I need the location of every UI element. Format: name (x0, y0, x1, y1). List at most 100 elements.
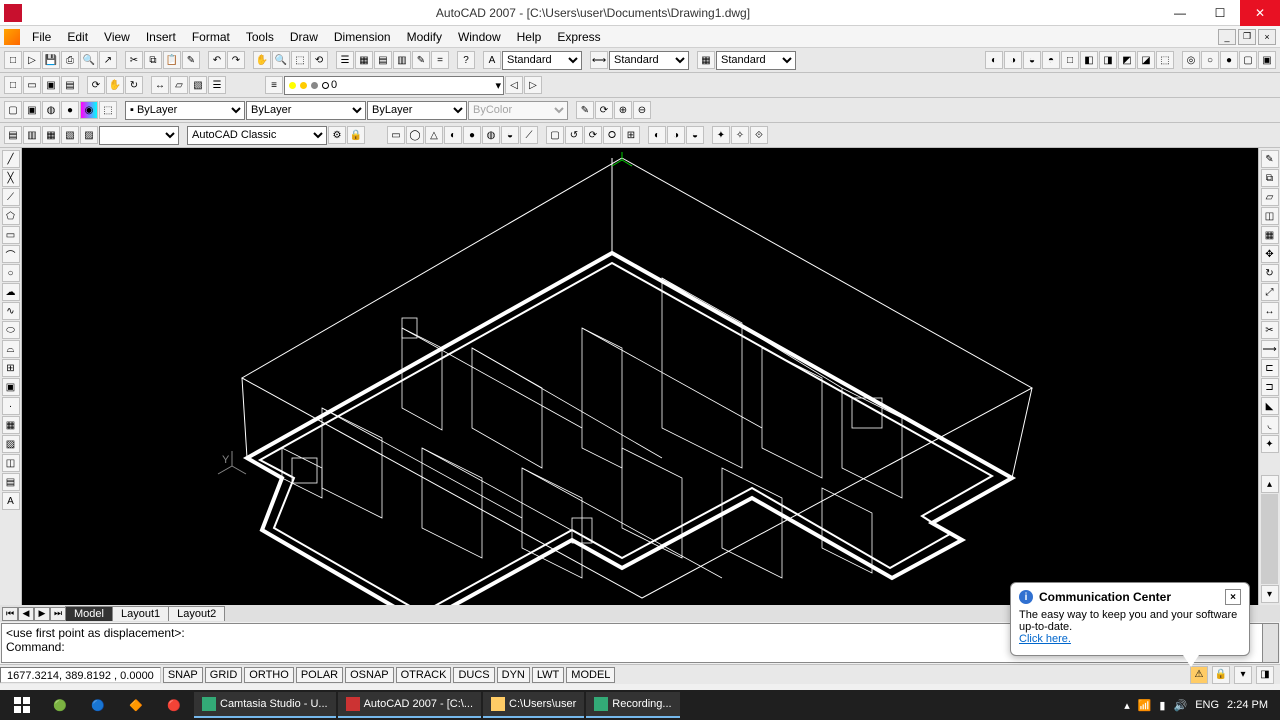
cut-button[interactable]: ✂ (125, 51, 143, 69)
view-btn6[interactable]: ◧ (1080, 51, 1098, 69)
open-button[interactable]: ▷ (23, 51, 41, 69)
menu-tools[interactable]: Tools (238, 28, 282, 46)
taskbar-app[interactable]: C:\Users\user (483, 692, 584, 718)
status-snap[interactable]: SNAP (163, 667, 203, 683)
solid-btn6[interactable]: ◍ (482, 126, 500, 144)
tab-next-button[interactable]: ▶ (34, 607, 50, 621)
move-button[interactable]: ✥ (1261, 245, 1279, 263)
zoom-prev-button[interactable]: ⟲ (310, 51, 328, 69)
pan-button[interactable]: ✋ (253, 51, 271, 69)
line-button[interactable]: ╱ (2, 150, 20, 168)
sheetset-button[interactable]: ▥ (393, 51, 411, 69)
xref-button[interactable]: ▤ (61, 76, 79, 94)
new-button[interactable]: □ (4, 51, 22, 69)
vp-button[interactable]: ▢ (4, 101, 22, 119)
ucs-btn6[interactable]: ⟐ (750, 126, 768, 144)
designcenter-button[interactable]: ▦ (355, 51, 373, 69)
canvas-scrollbar[interactable] (1261, 494, 1278, 584)
popup-link[interactable]: Click here. (1019, 633, 1071, 645)
plot-preview-button[interactable]: 🔍 (80, 51, 98, 69)
vp4-button[interactable]: ● (61, 101, 79, 119)
tray-lang[interactable]: ENG (1195, 699, 1219, 711)
status-dyn[interactable]: DYN (497, 667, 530, 683)
save-button[interactable]: 💾 (42, 51, 60, 69)
view-btn14[interactable]: ▢ (1239, 51, 1257, 69)
ellipse-button[interactable]: ⬭ (2, 321, 20, 339)
taskbar-vlc[interactable]: 🔶 (118, 692, 154, 718)
ucs-btn3[interactable]: ◒ (686, 126, 704, 144)
taskbar-app1[interactable]: 🟢 (42, 692, 78, 718)
ucs-btn4[interactable]: ✦ (712, 126, 730, 144)
mdi-close-button[interactable]: × (1258, 29, 1276, 45)
maximize-button[interactable]: ☐ (1200, 0, 1240, 26)
view-btn11[interactable]: ◎ (1182, 51, 1200, 69)
mdi-minimize-button[interactable]: _ (1218, 29, 1236, 45)
taskbar-chrome[interactable]: 🔴 (156, 692, 192, 718)
tray-icon3[interactable]: ▾ (1234, 666, 1252, 684)
help-button[interactable]: ? (457, 51, 475, 69)
undo-button[interactable]: ↶ (208, 51, 226, 69)
tray-icon1[interactable]: ⚠ (1190, 666, 1208, 684)
fillet-button[interactable]: ◟ (1261, 416, 1279, 434)
ws-btn5[interactable]: ▨ (80, 126, 98, 144)
table-button[interactable]: ▤ (2, 473, 20, 491)
ws-btn2[interactable]: ▥ (23, 126, 41, 144)
tab-prev-button[interactable]: ◀ (18, 607, 34, 621)
lineweight-select[interactable]: ByLayer (367, 101, 467, 120)
refedit-button[interactable]: ✎ (576, 101, 594, 119)
dimstyle-button[interactable]: ⟷ (590, 51, 608, 69)
match-button[interactable]: ✎ (182, 51, 200, 69)
refclose-button[interactable]: ⟳ (595, 101, 613, 119)
ws-btn1[interactable]: ▤ (4, 126, 22, 144)
scroll-down-button[interactable]: ▾ (1261, 585, 1279, 603)
view-btn13[interactable]: ● (1220, 51, 1238, 69)
taskbar-edge[interactable]: 🔵 (80, 692, 116, 718)
command-scrollbar[interactable] (1262, 624, 1278, 662)
menu-file[interactable]: File (24, 28, 59, 46)
plotstyle-select[interactable]: ByColor (468, 101, 568, 120)
xline-button[interactable]: ╳ (2, 169, 20, 187)
scale-button[interactable]: ⤢ (1261, 283, 1279, 301)
menu-modify[interactable]: Modify (399, 28, 450, 46)
redo-button[interactable]: ↷ (227, 51, 245, 69)
layer-button[interactable]: ≡ (265, 76, 283, 94)
view-btn9[interactable]: ◪ (1137, 51, 1155, 69)
3dzoom-button[interactable]: ↻ (125, 76, 143, 94)
ws-lock-button[interactable]: 🔒 (347, 126, 365, 144)
vp5-button[interactable]: ◉ (80, 101, 98, 119)
mtext-button[interactable]: A (2, 492, 20, 510)
status-grid[interactable]: GRID (205, 667, 243, 683)
gradient-button[interactable]: ▨ (2, 435, 20, 453)
minimize-button[interactable]: — (1160, 0, 1200, 26)
solid-btn5[interactable]: ● (463, 126, 481, 144)
zoom-win-button[interactable]: ⬚ (291, 51, 309, 69)
region-button[interactable]: ◫ (2, 454, 20, 472)
makeblock-button[interactable]: ▣ (2, 378, 20, 396)
solid-btn12[interactable]: ⭘ (603, 126, 621, 144)
sheet-button[interactable]: ▭ (23, 76, 41, 94)
tray-bat-icon[interactable]: ▮ (1159, 699, 1165, 712)
solid-btn13[interactable]: ⊞ (622, 126, 640, 144)
view-btn15[interactable]: ▣ (1258, 51, 1276, 69)
tray-vol-icon[interactable]: 🔊 (1173, 699, 1187, 712)
ws-btn4[interactable]: ▧ (61, 126, 79, 144)
solid-btn3[interactable]: △ (425, 126, 443, 144)
menu-draw[interactable]: Draw (282, 28, 326, 46)
taskbar-app[interactable]: Camtasia Studio - U... (194, 692, 336, 718)
layer-dropdown[interactable]: 0 ▾ (284, 76, 504, 95)
break-button[interactable]: ⊏ (1261, 359, 1279, 377)
copy-obj-button[interactable]: ⧉ (1261, 169, 1279, 187)
view-btn8[interactable]: ◩ (1118, 51, 1136, 69)
view-btn4[interactable]: ◓ (1042, 51, 1060, 69)
tray-time[interactable]: 2:24 PM (1227, 699, 1268, 711)
scroll-up-button[interactable]: ▴ (1261, 475, 1279, 493)
vp3-button[interactable]: ◍ (42, 101, 60, 119)
layprev-button[interactable]: ◁ (505, 76, 523, 94)
laynext-button[interactable]: ▷ (524, 76, 542, 94)
vp6-button[interactable]: ⬚ (99, 101, 117, 119)
solid-btn2[interactable]: ◯ (406, 126, 424, 144)
menu-view[interactable]: View (96, 28, 138, 46)
insert-button[interactable]: ⊞ (2, 359, 20, 377)
textstyle-button[interactable]: A (483, 51, 501, 69)
taskbar-app[interactable]: Recording... (586, 692, 679, 718)
